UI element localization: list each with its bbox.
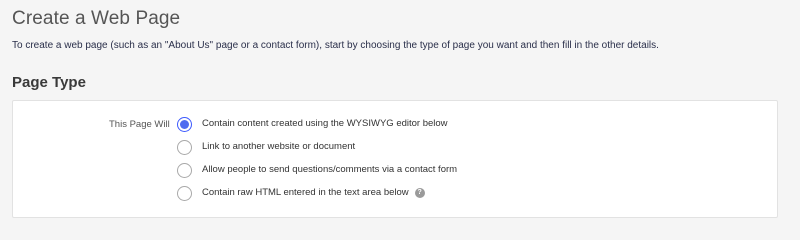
field-label-this-page-will: This Page Will bbox=[109, 119, 170, 130]
radio-button-raw-html[interactable] bbox=[177, 185, 192, 201]
radio-label-contact-form: Allow people to send questions/comments … bbox=[202, 164, 458, 175]
radio-label-wysiwyg: Contain content created using the WYSIWY… bbox=[202, 118, 448, 129]
radio-dot bbox=[180, 119, 189, 129]
radio-button-contact-form[interactable] bbox=[177, 162, 192, 178]
page-container: Create a Web Page To create a web page (… bbox=[0, 0, 800, 236]
radio-button-link[interactable] bbox=[177, 139, 192, 155]
page-type-radio-group: Contain content created using the WYSIWY… bbox=[177, 116, 457, 208]
radio-button-wysiwyg[interactable] bbox=[177, 116, 192, 132]
radio-label-raw-html: Contain raw HTML entered in the text are… bbox=[202, 187, 409, 198]
radio-label-link: Link to another website or document bbox=[202, 141, 356, 152]
page-title: Create a Web Page bbox=[12, 8, 181, 29]
radio-option-contact-form[interactable]: Allow people to send questions/comments … bbox=[177, 162, 457, 178]
page-type-panel: This Page Will Contain content created u… bbox=[12, 100, 778, 218]
page-description: To create a web page (such as an "About … bbox=[12, 40, 659, 51]
question-circle-icon[interactable]: ? bbox=[414, 188, 425, 198]
radio-option-wysiwyg[interactable]: Contain content created using the WYSIWY… bbox=[177, 116, 457, 132]
radio-option-link[interactable]: Link to another website or document bbox=[177, 139, 457, 155]
section-title-page-type: Page Type bbox=[12, 74, 86, 91]
radio-option-raw-html[interactable]: Contain raw HTML entered in the text are… bbox=[177, 185, 457, 201]
